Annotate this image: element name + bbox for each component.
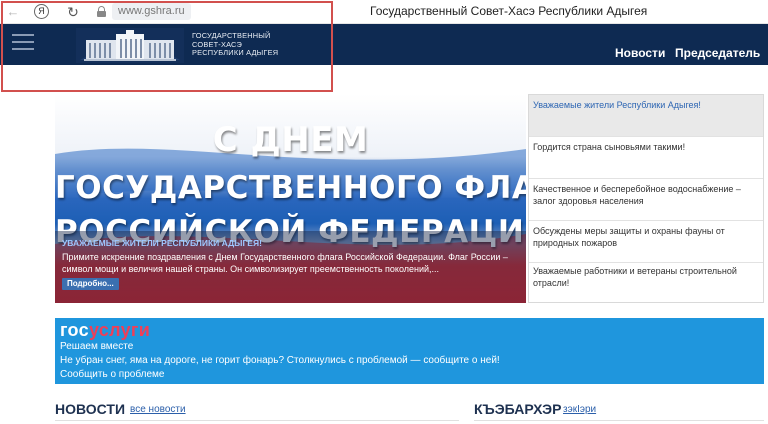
- address-bar[interactable]: www.gshra.ru: [112, 3, 191, 20]
- banner-caption-title[interactable]: УВАЖАЕМЫЕ ЖИТЕЛИ РЕСПУБЛИКИ АДЫГЕЯ!: [62, 238, 262, 248]
- parliament-building-logo[interactable]: [76, 28, 184, 63]
- main-banner[interactable]: С ДНЕМ ГОСУДАРСТВЕННОГО ФЛАГА РОССИЙСКОЙ…: [55, 94, 526, 303]
- gosuslugi-banner[interactable]: госуслуги Решаем вместе Не убран снег, я…: [55, 318, 764, 384]
- read-more-button[interactable]: Подробно...: [62, 278, 119, 290]
- all-adyghe-news-link[interactable]: зэкIэри: [563, 404, 596, 415]
- list-item[interactable]: Качественное и бесперебойное водоснабжен…: [529, 179, 763, 221]
- banner-headline: С ДНЕМ: [212, 120, 369, 160]
- banner-caption-text: Примите искренние поздравления с Днем Го…: [62, 252, 508, 274]
- list-item[interactable]: Обсуждены меры защиты и охраны фауны от …: [529, 221, 763, 263]
- browser-toolbar: ← Я ↻ www.gshra.ru Государственный Совет…: [0, 0, 768, 24]
- report-problem-link[interactable]: Сообщить о проблеме: [60, 369, 164, 380]
- site-header: ГОСУДАРСТВЕННЫЙ СОВЕТ-ХАСЭ РЕСПУБЛИКИ АД…: [0, 24, 768, 65]
- news-section-title: НОВОСТИ: [55, 401, 126, 417]
- logo-text[interactable]: ГОСУДАРСТВЕННЫЙ СОВЕТ-ХАСЭ РЕСПУБЛИКИ АД…: [192, 31, 279, 58]
- yandex-icon[interactable]: Я: [34, 4, 49, 19]
- divider: [55, 420, 459, 421]
- list-item[interactable]: Гордится страна сыновьями такими!: [529, 137, 763, 179]
- page-title: Государственный Совет-Хасэ Республики Ад…: [370, 4, 648, 18]
- adyghe-news-section-title: КЪЭБАРХЭР: [474, 401, 562, 417]
- list-item[interactable]: Уважаемые работники и ветераны строитель…: [529, 263, 763, 303]
- reload-icon[interactable]: ↻: [64, 3, 82, 21]
- gosuslugi-description: Не убран снег, яма на дороге, не горит ф…: [60, 355, 500, 366]
- divider: [474, 420, 764, 421]
- featured-news-list: Уважаемые жители Республики Адыгея! Горд…: [528, 94, 764, 303]
- banner-headline: ГОСУДАРСТВЕННОГО ФЛАГА: [55, 170, 526, 206]
- nav-chairman[interactable]: Председатель: [675, 46, 760, 60]
- gosuslugi-tagline: Решаем вместе: [60, 341, 134, 352]
- all-news-link[interactable]: все новости: [130, 404, 186, 415]
- logo-part: гос: [60, 320, 89, 340]
- back-arrow-icon[interactable]: ←: [4, 3, 22, 21]
- list-item[interactable]: Уважаемые жители Республики Адыгея!: [529, 95, 763, 137]
- gosuslugi-logo: госуслуги: [60, 320, 150, 341]
- logo-line: РЕСПУБЛИКИ АДЫГЕЯ: [192, 48, 279, 57]
- nav-news[interactable]: Новости: [615, 46, 665, 60]
- logo-part: услуги: [88, 320, 151, 340]
- lock-icon: [97, 6, 106, 17]
- menu-icon[interactable]: [12, 34, 34, 52]
